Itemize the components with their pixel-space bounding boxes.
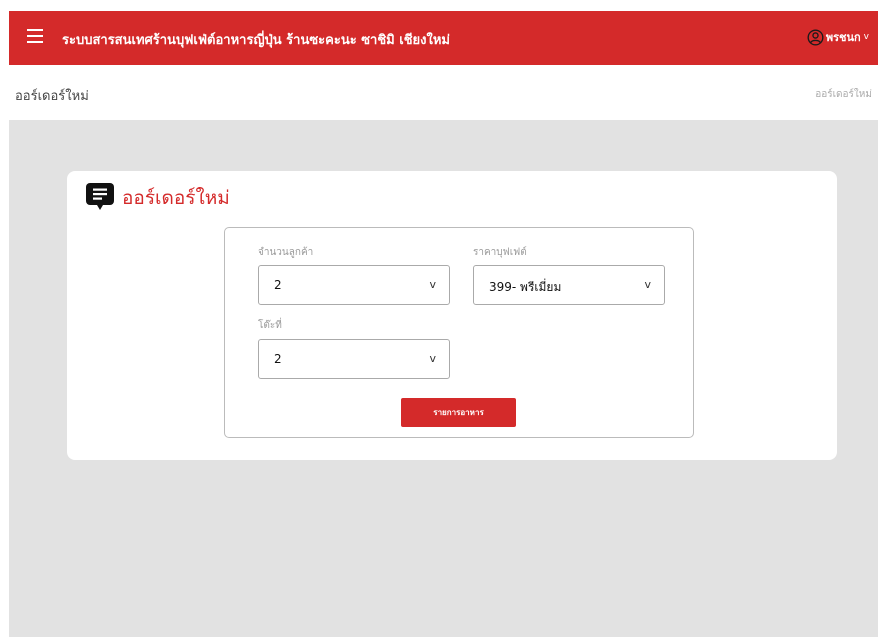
chevron-down-icon: v (429, 352, 436, 365)
chevron-down-icon: v (644, 278, 651, 291)
top-navbar: ระบบสารสนเทศร้านบุฟเฟ่ต์อาหารญี่ปุ่น ร้า… (9, 11, 878, 65)
table-label: โต๊ะที่ (258, 320, 282, 331)
customers-label: จำนวนลูกค้า (258, 247, 314, 258)
table-select[interactable]: 2 v (258, 339, 450, 379)
hamburger-menu-icon[interactable] (27, 29, 43, 43)
buffet-price-select[interactable]: 399- พรีเมี่ยม v (473, 265, 665, 305)
main-content: ออร์เดอร์ใหม่ จำนวนลูกค้า 2 v ราคาบุฟเฟต… (9, 120, 878, 637)
user-account-icon (807, 29, 824, 45)
food-list-button[interactable]: รายการอาหาร (401, 398, 516, 427)
page-title: ออร์เดอร์ใหม่ (15, 89, 89, 104)
page-header: ออร์เดอร์ใหม่ ออร์เดอร์ใหม่ (9, 65, 878, 120)
user-name: พรชนก (825, 31, 861, 44)
buffet-price-value: 399- พรีเมี่ยม (489, 280, 562, 294)
user-chevron-down-icon: v (863, 32, 869, 42)
buffet-price-label: ราคาบุฟเฟต์ (473, 247, 527, 258)
order-note-icon (85, 182, 115, 216)
order-form: จำนวนลูกค้า 2 v ราคาบุฟเฟต์ 399- พรีเมี่… (224, 227, 694, 438)
customers-select[interactable]: 2 v (258, 265, 450, 305)
user-menu[interactable]: พรชนก v (807, 28, 869, 46)
customers-value: 2 (274, 278, 282, 292)
app-title: ระบบสารสนเทศร้านบุฟเฟ่ต์อาหารญี่ปุ่น ร้า… (62, 33, 450, 48)
card-title: ออร์เดอร์ใหม่ (122, 187, 230, 209)
app-frame: ระบบสารสนเทศร้านบุฟเฟ่ต์อาหารญี่ปุ่น ร้า… (9, 11, 878, 637)
chevron-down-icon: v (429, 278, 436, 291)
breadcrumb[interactable]: ออร์เดอร์ใหม่ (815, 87, 872, 102)
new-order-card: ออร์เดอร์ใหม่ จำนวนลูกค้า 2 v ราคาบุฟเฟต… (67, 171, 837, 460)
table-value: 2 (274, 352, 282, 366)
